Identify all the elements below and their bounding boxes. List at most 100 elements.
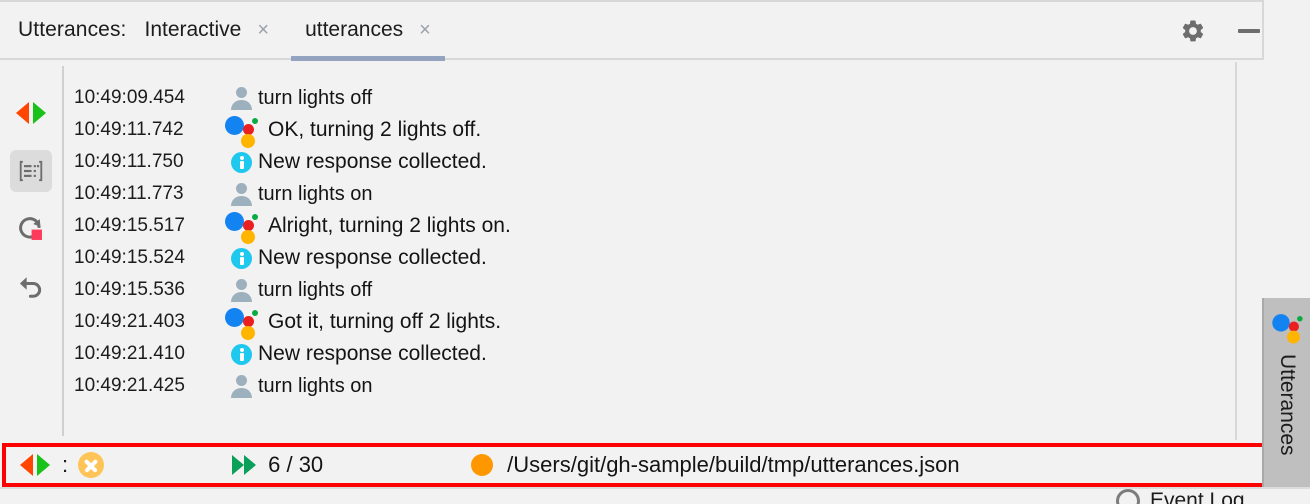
event-log-label: Event Log [1150, 489, 1245, 504]
tab-interactive[interactable]: Interactive × [126, 1, 287, 59]
person-head [236, 87, 247, 98]
assistant-yellow-circle [241, 326, 255, 340]
panel-title: Utterances: [18, 18, 127, 41]
tab-interactive-label: Interactive [144, 18, 242, 41]
info-icon [230, 247, 252, 269]
info-icon [230, 343, 252, 365]
person-body [231, 196, 252, 206]
log-row-icon [224, 307, 258, 340]
person-body [231, 292, 252, 302]
person-head [236, 183, 247, 194]
output-file-path[interactable]: /Users/git/gh-sample/build/tmp/utterance… [507, 452, 959, 478]
info-dot [239, 347, 244, 352]
log-row[interactable]: 10:49:11.750 New response collected. [64, 146, 1235, 178]
info-dot [239, 155, 244, 160]
log-row[interactable]: 10:49:15.524 New response collected. [64, 242, 1235, 274]
status-bar: : 6 / 30 /Users/git/gh-sample/build/tmp/… [2, 443, 1300, 487]
info-stem [239, 352, 244, 361]
info-icon [230, 151, 252, 173]
run-pair-left-triangle [16, 102, 29, 124]
info-stem [239, 160, 244, 169]
log-row[interactable]: 10:49:15.517 Alright, turning 2 lights on… [64, 210, 1235, 244]
log-row-message: Got it, turning off 2 lights. [268, 310, 502, 333]
person-head [236, 279, 247, 290]
utterance-counter: 6 / 30 [268, 452, 324, 477]
log-row[interactable]: 10:49:21.425 turn lights on [64, 370, 1235, 402]
assistant-yellow-circle [1287, 330, 1300, 344]
tab-utterances[interactable]: utterances × [287, 1, 449, 61]
log-row[interactable]: 10:49:15.536 turn lights off [64, 274, 1235, 306]
orange-dot-icon [471, 454, 494, 476]
assistant-blue-circle [225, 308, 244, 327]
log-row-icon [224, 211, 258, 244]
utterance-log-list[interactable]: 10:49:09.454 turn lights off 10:49:11.742 O… [64, 62, 1235, 440]
list-view-icon[interactable] [10, 150, 52, 192]
log-row-icon [224, 115, 258, 148]
run-pair-right-triangle [33, 102, 46, 124]
fast-forward-icon[interactable] [232, 455, 257, 475]
log-row-icon [224, 279, 258, 302]
log-row-message: New response collected. [258, 246, 487, 269]
log-row-timestamp: 10:49:15.536 [74, 279, 185, 300]
fast-forward-triangle-2 [244, 455, 257, 475]
status-run-pair-icon[interactable] [20, 454, 50, 476]
assistant-green-dot [252, 118, 258, 124]
tab-utterances-close-icon[interactable]: × [419, 20, 431, 40]
log-row-timestamp: 10:49:15.524 [74, 247, 185, 268]
fast-forward-triangle-1 [232, 455, 245, 475]
status-run-left-triangle [20, 454, 33, 476]
info-dot [239, 251, 244, 256]
assistant-blue-circle [225, 116, 244, 135]
assistant-blue-circle [1272, 314, 1290, 332]
assistant-green-dot [252, 310, 258, 316]
minimize-icon[interactable] [1234, 16, 1264, 46]
info-stem [239, 256, 244, 265]
assistant-blue-circle [225, 212, 244, 231]
tab-interactive-close-icon[interactable]: × [257, 20, 269, 40]
left-toolbar [0, 62, 62, 440]
log-row[interactable]: 10:49:11.773 turn lights on [64, 178, 1235, 210]
log-row-icon [224, 343, 258, 365]
rerun-stop-icon[interactable] [10, 208, 52, 250]
log-row[interactable]: 10:49:09.454 turn lights off [64, 82, 1235, 114]
person-icon [230, 183, 252, 206]
person-icon [230, 279, 252, 302]
log-row-message: turn lights on [258, 374, 373, 397]
run-pair-glyph [16, 102, 46, 124]
assistant-yellow-circle [241, 134, 255, 148]
status-run-right-triangle [37, 454, 50, 476]
person-icon [230, 87, 252, 110]
assistant-icon [225, 115, 258, 148]
log-pane-right-edge [1235, 62, 1237, 440]
log-row[interactable]: 10:49:11.742 OK, turning 2 lights off. [64, 114, 1235, 148]
run-pair-icon[interactable] [10, 92, 52, 134]
log-row-icon [224, 151, 258, 173]
log-row-timestamp: 10:49:11.750 [74, 151, 184, 172]
log-row[interactable]: 10:49:21.403 Got it, turning off 2 lights… [64, 306, 1235, 340]
log-row-timestamp: 10:49:11.773 [74, 183, 184, 204]
log-row-timestamp: 10:49:21.410 [74, 343, 185, 364]
right-strip-utterances[interactable]: Utterances [1264, 298, 1310, 488]
log-row-timestamp: 10:49:21.425 [74, 375, 185, 396]
log-row-icon [224, 247, 258, 269]
person-body [231, 388, 252, 398]
gear-icon[interactable] [1178, 16, 1208, 46]
minimize-glyph [1238, 29, 1260, 33]
log-row-message: turn lights off [258, 278, 373, 301]
undo-icon[interactable] [10, 266, 52, 308]
error-circle-icon[interactable] [78, 452, 105, 478]
status-separator: : [62, 452, 69, 477]
person-head [236, 375, 247, 386]
log-row-timestamp: 10:49:15.517 [74, 215, 185, 236]
assistant-icon [1272, 313, 1303, 344]
utterances-tool-window: Utterances: Interactive × utterances × 1… [0, 0, 1310, 504]
log-row-icon [224, 375, 258, 398]
assistant-green-dot [252, 214, 258, 220]
log-row[interactable]: 10:49:21.410 New response collected. [64, 338, 1235, 370]
circle-outline-icon [1116, 489, 1140, 504]
tab-utterances-label: utterances [305, 18, 404, 41]
event-log-button[interactable]: Event Log [1116, 489, 1245, 504]
log-row-message: OK, turning 2 lights off. [268, 118, 482, 141]
log-row-icon [224, 183, 258, 206]
assistant-icon [225, 307, 258, 340]
